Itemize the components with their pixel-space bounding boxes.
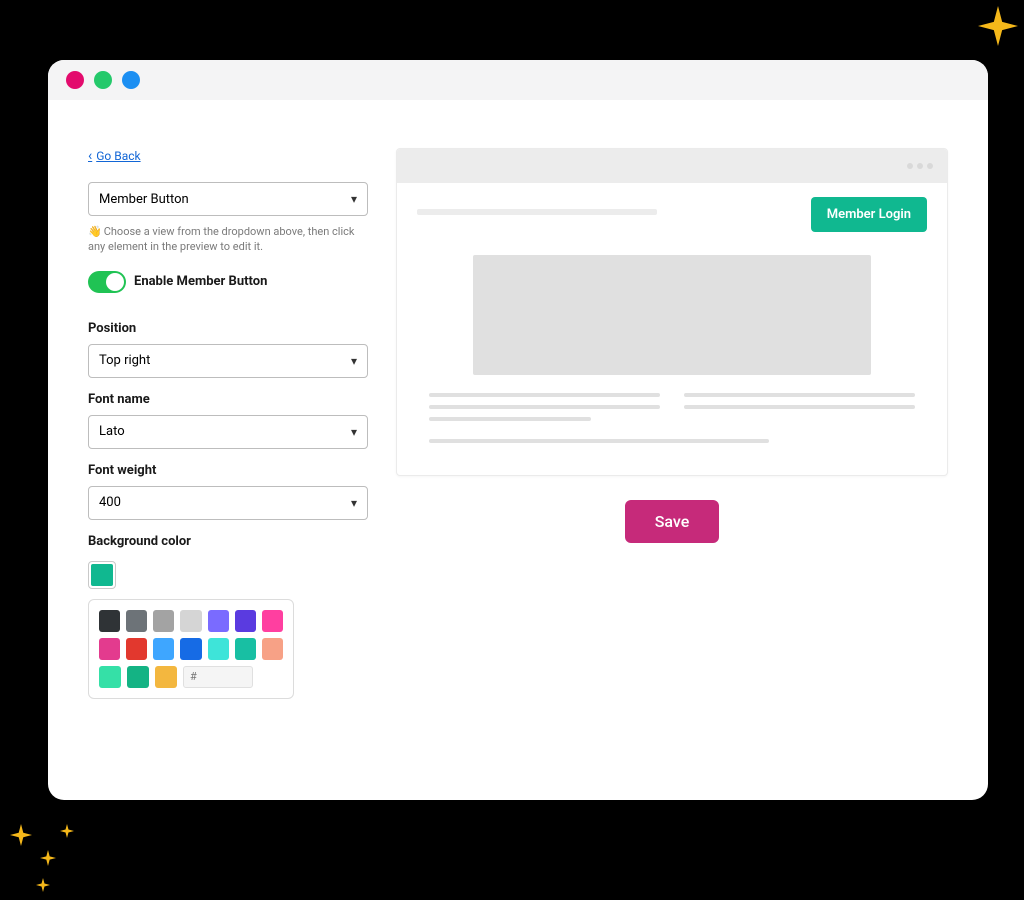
color-swatch[interactable] xyxy=(153,638,174,660)
mini-dot-icon xyxy=(927,163,933,169)
color-swatch[interactable] xyxy=(126,610,147,632)
chevron-down-icon: ▾ xyxy=(351,496,357,510)
placeholder-bar xyxy=(417,209,657,215)
position-select[interactable]: Top right ▾ xyxy=(88,344,368,378)
font-weight-value: 400 xyxy=(99,495,121,510)
bg-color-label: Background color xyxy=(88,534,368,549)
chevron-left-icon: ‹ xyxy=(88,148,92,164)
app-window: ‹ Go Back Member Button ▾ 👋Choose a view… xyxy=(48,60,988,800)
color-palette xyxy=(88,599,294,699)
sparkle-icon xyxy=(10,824,32,846)
color-swatch[interactable] xyxy=(180,638,201,660)
position-value: Top right xyxy=(99,353,150,368)
sparkle-icon xyxy=(978,6,1018,46)
color-swatch[interactable] xyxy=(99,638,120,660)
font-name-select[interactable]: Lato ▾ xyxy=(88,415,368,449)
color-swatch[interactable] xyxy=(262,638,283,660)
chevron-down-icon: ▾ xyxy=(351,425,357,439)
color-swatch[interactable] xyxy=(262,610,283,632)
view-selector-value: Member Button xyxy=(99,192,189,207)
color-swatch[interactable] xyxy=(235,610,256,632)
enable-toggle-label: Enable Member Button xyxy=(134,274,267,289)
helper-text: 👋Choose a view from the dropdown above, … xyxy=(88,224,368,255)
font-name-label: Font name xyxy=(88,392,368,407)
color-swatch[interactable] xyxy=(180,610,201,632)
sparkle-icon xyxy=(40,850,56,866)
go-back-label: Go Back xyxy=(96,149,140,163)
save-button[interactable]: Save xyxy=(625,500,720,543)
bg-color-swatch-inner xyxy=(91,564,113,586)
preview-body: Member Login xyxy=(397,183,947,475)
color-swatch[interactable] xyxy=(126,638,147,660)
color-swatch[interactable] xyxy=(127,666,149,688)
settings-panel: ‹ Go Back Member Button ▾ 👋Choose a view… xyxy=(88,148,368,760)
position-label: Position xyxy=(88,321,368,336)
color-swatch[interactable] xyxy=(155,666,177,688)
color-swatch[interactable] xyxy=(208,638,229,660)
color-swatch[interactable] xyxy=(235,638,256,660)
go-back-link[interactable]: ‹ Go Back xyxy=(88,148,368,164)
enable-toggle[interactable] xyxy=(88,271,126,293)
preview-browser-bar xyxy=(397,149,947,183)
mini-dot-icon xyxy=(917,163,923,169)
content-area: ‹ Go Back Member Button ▾ 👋Choose a view… xyxy=(48,100,988,800)
font-weight-label: Font weight xyxy=(88,463,368,478)
font-name-value: Lato xyxy=(99,424,125,439)
chevron-down-icon: ▾ xyxy=(351,354,357,368)
placeholder-lines xyxy=(417,393,927,443)
view-selector[interactable]: Member Button ▾ xyxy=(88,182,368,216)
placeholder-hero xyxy=(473,255,871,375)
window-minimize-icon[interactable] xyxy=(94,71,112,89)
wave-icon: 👋 xyxy=(88,225,102,238)
color-swatch[interactable] xyxy=(153,610,174,632)
bg-color-swatch[interactable] xyxy=(88,561,116,589)
color-swatch[interactable] xyxy=(99,610,120,632)
color-swatch[interactable] xyxy=(208,610,229,632)
color-swatch[interactable] xyxy=(99,666,121,688)
mini-dot-icon xyxy=(907,163,913,169)
chevron-down-icon: ▾ xyxy=(351,192,357,206)
window-maximize-icon[interactable] xyxy=(122,71,140,89)
hex-input[interactable] xyxy=(183,666,253,688)
preview-column: Member Login xyxy=(396,148,948,760)
font-weight-select[interactable]: 400 ▾ xyxy=(88,486,368,520)
preview-frame: Member Login xyxy=(396,148,948,476)
toggle-knob xyxy=(106,273,124,291)
window-titlebar xyxy=(48,60,988,100)
sparkle-icon xyxy=(60,824,74,838)
member-login-button[interactable]: Member Login xyxy=(811,197,927,232)
sparkle-icon xyxy=(36,878,50,892)
window-close-icon[interactable] xyxy=(66,71,84,89)
